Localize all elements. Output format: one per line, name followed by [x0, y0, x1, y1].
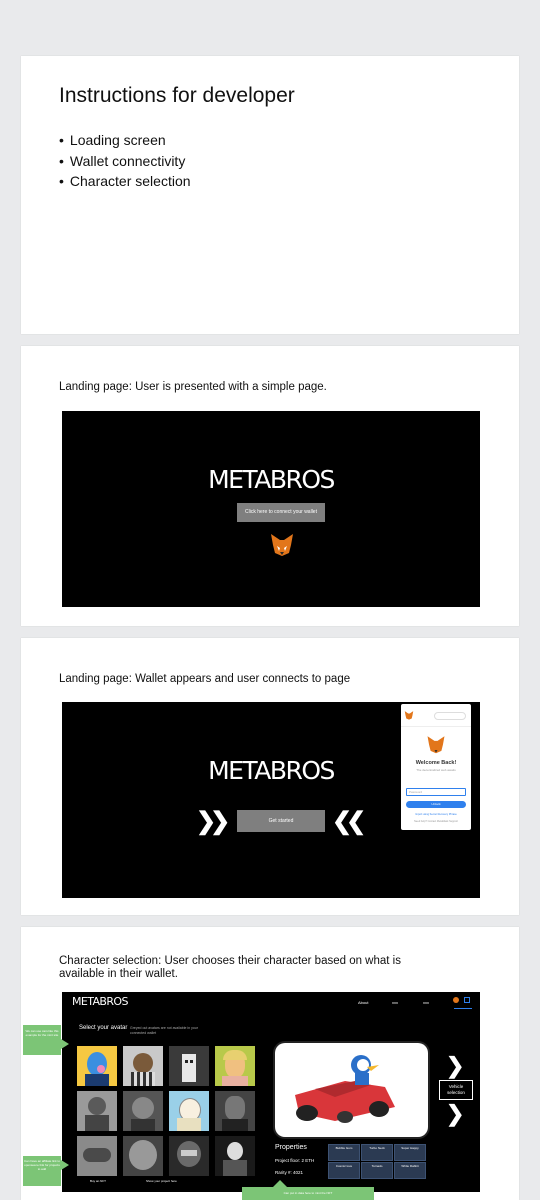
- properties-title: Properties: [275, 1144, 307, 1151]
- avatar-tile[interactable]: [215, 1046, 255, 1086]
- rarity: Rarity #: 4021: [275, 1170, 304, 1175]
- character-screen-mockup: METABROS About xxx xxx Select your avata…: [62, 992, 480, 1192]
- greyed-note: Greyed out avatars are not available in …: [130, 1026, 198, 1035]
- avatar-tile-greyed: [215, 1136, 255, 1176]
- property-box: Tornado: [361, 1162, 393, 1179]
- list-item: Loading screen: [59, 130, 191, 151]
- annotation-note: Can have an affiliate link to opensea ie…: [23, 1156, 69, 1186]
- kart-illustration: [295, 1055, 395, 1123]
- metamask-header: [401, 704, 471, 727]
- project-floor: Project floor: 2 ETH: [275, 1158, 315, 1163]
- vehicle-preview: [275, 1043, 428, 1137]
- character-selection-slide: Character selection: User chooses their …: [21, 927, 519, 1200]
- chevrons-right-icon: ❯❯: [196, 808, 230, 835]
- buy-nft-link[interactable]: Buy an NFT: [90, 1179, 106, 1183]
- instructions-page: Instructions for developer Loading scree…: [21, 56, 519, 334]
- avatar-tile-greyed: [77, 1091, 117, 1131]
- top-nav: METABROS About xxx xxx: [62, 992, 480, 1012]
- get-started-button[interactable]: Get started: [237, 810, 325, 832]
- arrow-right-icon: ❯: [446, 1053, 465, 1078]
- wallet-avatar-icon[interactable]: [453, 997, 459, 1003]
- avatar-tile-greyed: [215, 1091, 255, 1131]
- wallet-screen-mockup: METABROS ❯❯ Get started ❮❮ Welcome Back!…: [62, 702, 480, 898]
- metamask-popup: Welcome Back! The decentralized web awai…: [401, 704, 471, 830]
- properties-panel: Properties Project floor: 2 ETH Rarity #…: [275, 1144, 314, 1175]
- metabros-logo: METABROS: [72, 995, 128, 1008]
- page-title: Instructions for developer: [59, 84, 295, 107]
- connect-wallet-button[interactable]: Click here to connect your wallet: [237, 503, 325, 522]
- avatar-tile[interactable]: [123, 1046, 163, 1086]
- metamask-fox-icon: [271, 534, 293, 556]
- slide-caption: Landing page: Wallet appears and user co…: [59, 673, 351, 685]
- metabros-logo: METABROS: [208, 465, 335, 494]
- password-field[interactable]: Password: [406, 788, 466, 796]
- avatar-tile-greyed: [123, 1091, 163, 1131]
- property-box: Bubble Gum: [328, 1144, 360, 1161]
- show-project-link[interactable]: Show your project here: [146, 1179, 177, 1183]
- avatar-tile-greyed: [169, 1136, 209, 1176]
- annotation-note: Can put in data here to mint the NFT: [242, 1180, 374, 1200]
- wallet-icon[interactable]: [464, 997, 470, 1003]
- instructions-list: Loading screen Wallet connectivity Chara…: [59, 130, 191, 192]
- avatar-tile[interactable]: [169, 1091, 209, 1131]
- support-link[interactable]: Need help? Contact MetaMask Support: [401, 820, 471, 823]
- avatar-tile-greyed: [77, 1136, 117, 1176]
- welcome-text: Welcome Back!: [415, 760, 457, 766]
- landing-screen-mockup: METABROS Click here to connect your wall…: [62, 411, 480, 607]
- wallet-connect-slide: Landing page: Wallet appears and user co…: [21, 638, 519, 915]
- list-item: Character selection: [59, 171, 191, 192]
- property-box: White Rabbit: [394, 1162, 426, 1179]
- avatar-tile[interactable]: [77, 1046, 117, 1086]
- metamask-fox-icon: [427, 736, 445, 754]
- welcome-subtitle: The decentralized web awaits: [416, 768, 456, 772]
- arrow-right-icon: ❯: [446, 1101, 465, 1126]
- metamask-fox-icon: [404, 711, 414, 720]
- nav-underline: [454, 1008, 472, 1009]
- nav-item[interactable]: xxx: [423, 1000, 429, 1005]
- import-link[interactable]: Import using Secret Recovery Phrase: [401, 813, 471, 816]
- unlock-button[interactable]: Unlock: [406, 801, 466, 808]
- avatar-tile-greyed: [123, 1136, 163, 1176]
- nav-about[interactable]: About: [358, 1000, 368, 1005]
- annotation-note: We can use cars like this example for th…: [23, 1025, 69, 1055]
- avatar-tile[interactable]: [169, 1046, 209, 1086]
- property-box: Super Happy: [394, 1144, 426, 1161]
- landing-page-slide: Landing page: User is presented with a s…: [21, 346, 519, 626]
- slide-caption: Character selection: User chooses their …: [59, 955, 401, 980]
- select-avatar-title: Select your avatar: [79, 1025, 128, 1031]
- property-box: Turbo Neck: [361, 1144, 393, 1161]
- chevrons-left-icon: ❮❮: [332, 808, 366, 835]
- property-box: Cosmic love: [328, 1162, 360, 1179]
- nav-item[interactable]: xxx: [392, 1000, 398, 1005]
- vehicle-selection-button[interactable]: Vehicle selection: [439, 1080, 473, 1100]
- network-selector[interactable]: [434, 712, 466, 720]
- list-item: Wallet connectivity: [59, 151, 191, 172]
- slide-caption: Landing page: User is presented with a s…: [59, 381, 327, 393]
